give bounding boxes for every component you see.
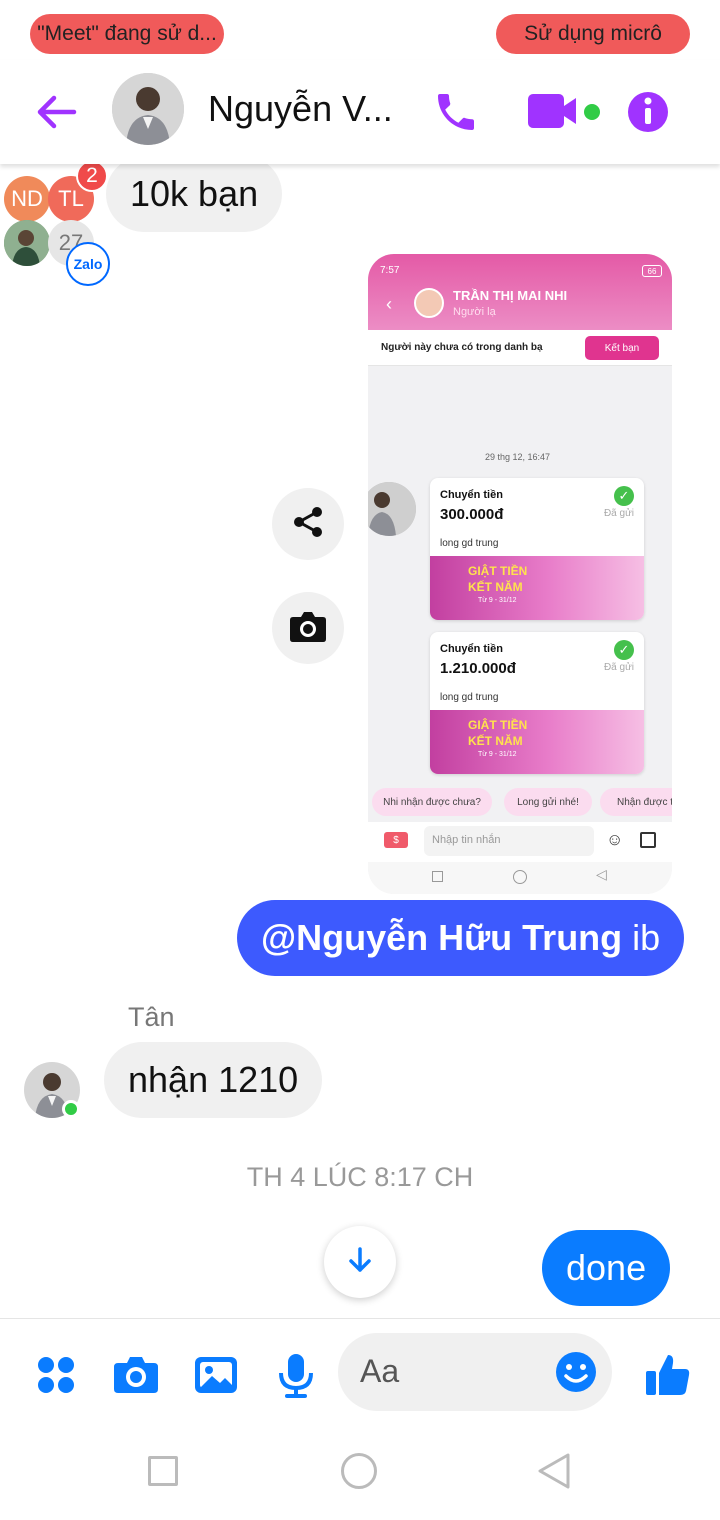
card-amount: 1.210.000đ	[440, 660, 516, 677]
contact-name[interactable]: Nguyễn V...	[208, 88, 393, 130]
image-icon[interactable]	[192, 1351, 240, 1399]
member-avatar-photo	[4, 220, 50, 266]
outgoing-mention-bubble[interactable]: @Nguyễn Hữu Trung ib	[237, 900, 685, 976]
unread-badge: 2	[76, 160, 108, 192]
shot-nav-recent-icon	[432, 871, 443, 882]
mic-status-pill[interactable]: Sử dụng micrô	[496, 14, 690, 54]
quick-reply-chip: Long gửi nhé!	[504, 788, 592, 816]
card-status: Đã gửi	[603, 508, 634, 519]
contact-avatar[interactable]	[112, 73, 184, 145]
chat-header: Nguyễn V...	[0, 60, 720, 164]
shot-input-placeholder: Nhập tin nhắn	[424, 826, 594, 856]
sender-avatar[interactable]	[24, 1062, 80, 1118]
info-icon[interactable]	[624, 88, 672, 136]
sender-name: Tân	[128, 1002, 175, 1032]
mention-text[interactable]: @Nguyễn Hữu Trung	[261, 917, 622, 959]
shot-battery: 66	[642, 265, 662, 277]
arrow-down-icon	[345, 1245, 375, 1280]
card-memo: long gd trung	[440, 538, 499, 549]
video-camera-icon[interactable]	[528, 88, 604, 136]
card-memo: long gd trung	[440, 692, 499, 703]
emoji-icon[interactable]	[554, 1350, 598, 1399]
banner-line2: KẾT NĂM	[468, 580, 523, 594]
online-status-dot	[62, 1100, 80, 1118]
shot-status-time: 7:57	[380, 265, 400, 276]
banner-line1: GIẬT TIỀN	[468, 564, 528, 578]
outgoing-done-bubble[interactable]: done	[542, 1230, 671, 1306]
shared-screenshot-image[interactable]: 7:57 66 ‹ TRẦN THỊ MAI NHI Người lạ Ngườ…	[368, 254, 672, 894]
back-nav-icon[interactable]	[536, 1452, 572, 1495]
message-composer: Aa	[0, 1318, 720, 1430]
scroll-to-bottom-button[interactable]	[324, 1226, 396, 1298]
shot-date-divider: 29 thg 12, 16:47	[485, 452, 551, 462]
camera-icon	[289, 609, 327, 648]
phone-icon[interactable]	[432, 88, 480, 136]
card-status: Đã gửi	[603, 662, 634, 673]
zalo-logo-icon: Zalo	[66, 242, 110, 286]
shot-add-friend-button: Kết bạn	[585, 336, 659, 360]
shot-nav-back-icon: ◁	[596, 866, 607, 882]
home-icon[interactable]	[341, 1453, 377, 1489]
shot-emoji-icon: ☺	[606, 830, 624, 849]
microphone-icon[interactable]	[272, 1351, 320, 1399]
shot-sender-avatar	[368, 482, 416, 536]
banner-dates: Từ 9 - 31/12	[478, 751, 517, 758]
save-photo-button[interactable]	[272, 592, 344, 664]
quick-reply-chip: Nhi nhận được chưa?	[372, 788, 492, 816]
card-amount: 300.000đ	[440, 506, 504, 523]
promo-banner	[430, 710, 644, 774]
banner-line1: GIẬT TIỀN	[468, 718, 528, 732]
check-icon: ✓	[614, 486, 634, 506]
shot-notice-bar: Người này chưa có trong danh bạ Kết bạn	[368, 330, 672, 366]
incoming-reply-bubble[interactable]: nhận 1210	[104, 1042, 323, 1118]
mention-suffix: ib	[622, 917, 661, 958]
banner-dates: Từ 9 - 31/12	[478, 597, 517, 604]
promo-banner	[430, 556, 644, 620]
member-avatar-nd: ND	[4, 176, 50, 222]
card-title: Chuyển tiền	[440, 489, 503, 501]
message-timestamp: TH 4 LÚC 8:17 CH	[246, 1162, 474, 1192]
group-avatar-cluster[interactable]: ND TL 27 2 Zalo	[0, 160, 112, 286]
shot-contact-name: TRẦN THỊ MAI NHI	[453, 288, 568, 303]
check-icon: ✓	[614, 640, 634, 660]
card-title: Chuyển tiền	[440, 643, 503, 655]
transfer-card: Chuyển tiền ✓ 1.210.000đ Đã gửi long gd …	[430, 632, 644, 774]
shot-navbar: ◁	[368, 862, 672, 894]
shot-contact-sub: Người lạ	[453, 306, 496, 318]
recent-apps-icon[interactable]	[148, 1456, 178, 1486]
thumbs-up-icon[interactable]	[644, 1351, 692, 1399]
apps-icon[interactable]	[32, 1351, 80, 1399]
camera-icon[interactable]	[112, 1351, 160, 1399]
incoming-message-bubble[interactable]: 10k bạn	[106, 156, 283, 232]
shot-money-icon: $	[384, 832, 408, 848]
shot-notice-text: Người này chưa có trong danh bạ	[381, 342, 543, 353]
quick-reply-chip: Nhận được t	[600, 788, 672, 816]
back-arrow-icon[interactable]	[34, 90, 78, 134]
shot-nav-home-icon	[513, 870, 527, 884]
shot-contact-avatar	[414, 288, 444, 318]
transfer-card: Chuyển tiền ✓ 300.000đ Đã gửi long gd tr…	[430, 478, 644, 620]
shot-image-icon	[640, 832, 656, 848]
system-navigation-bar	[0, 1430, 720, 1520]
message-input[interactable]: Aa	[338, 1333, 612, 1411]
shot-back-icon: ‹	[386, 294, 392, 314]
banner-line2: KẾT NĂM	[468, 734, 523, 748]
share-button[interactable]	[272, 488, 344, 560]
meet-status-pill[interactable]: "Meet" đang sử d...	[30, 14, 224, 54]
message-input-placeholder: Aa	[360, 1353, 400, 1389]
share-icon	[291, 505, 325, 544]
shot-input-bar: $ Nhập tin nhắn ☺	[368, 822, 672, 862]
